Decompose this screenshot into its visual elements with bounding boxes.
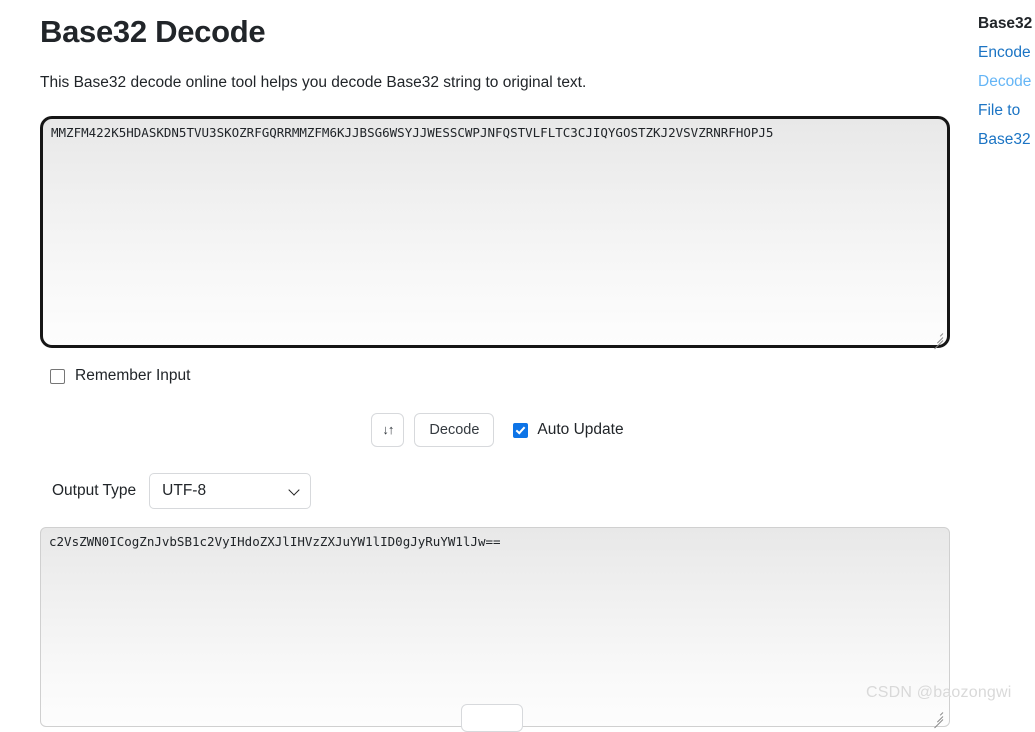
sidebar-title: Base32 bbox=[978, 15, 1033, 32]
input-textarea-wrap bbox=[40, 94, 950, 350]
watermark: CSDN @baozongwi bbox=[866, 684, 1012, 701]
base32-input-textarea[interactable] bbox=[40, 116, 950, 348]
page-title: Base32 Decode bbox=[40, 14, 266, 49]
sidebar: Base32 Encode Decode File to Base32 bbox=[978, 0, 1035, 713]
remember-input-row: Remember Input bbox=[50, 367, 955, 385]
main-content: Base32 Decode This Base32 decode online … bbox=[40, 0, 955, 732]
output-type-selected-value: UTF-8 bbox=[162, 482, 207, 499]
remember-input-checkbox[interactable] bbox=[50, 368, 65, 384]
output-type-label: Output Type bbox=[52, 482, 137, 499]
sidebar-item-base32[interactable]: Base32 bbox=[978, 122, 1035, 151]
output-type-row: Output Type UTF-8 bbox=[52, 473, 955, 509]
clipped-bottom-button[interactable] bbox=[461, 704, 523, 732]
decoded-output-textarea[interactable] bbox=[40, 527, 950, 727]
auto-update-wrap: Auto Update bbox=[513, 421, 624, 439]
auto-update-label: Auto Update bbox=[537, 421, 624, 438]
chevron-down-icon bbox=[290, 486, 299, 495]
sidebar-item-decode[interactable]: Decode bbox=[978, 64, 1035, 93]
remember-input-label: Remember Input bbox=[75, 367, 191, 384]
page-root: Base32 Decode This Base32 decode online … bbox=[0, 0, 1035, 732]
sidebar-item-encode[interactable]: Encode bbox=[978, 35, 1035, 64]
action-row: ↓↑ Decode Auto Update bbox=[40, 413, 955, 447]
decode-button[interactable]: Decode bbox=[414, 413, 495, 447]
output-type-select[interactable]: UTF-8 bbox=[149, 473, 312, 509]
page-description: This Base32 decode online tool helps you… bbox=[40, 74, 587, 91]
output-textarea-wrap bbox=[40, 527, 950, 729]
auto-update-checkbox[interactable] bbox=[513, 422, 529, 438]
sidebar-item-file-to[interactable]: File to bbox=[978, 93, 1035, 122]
swap-vertical-icon[interactable]: ↓↑ bbox=[371, 413, 405, 447]
